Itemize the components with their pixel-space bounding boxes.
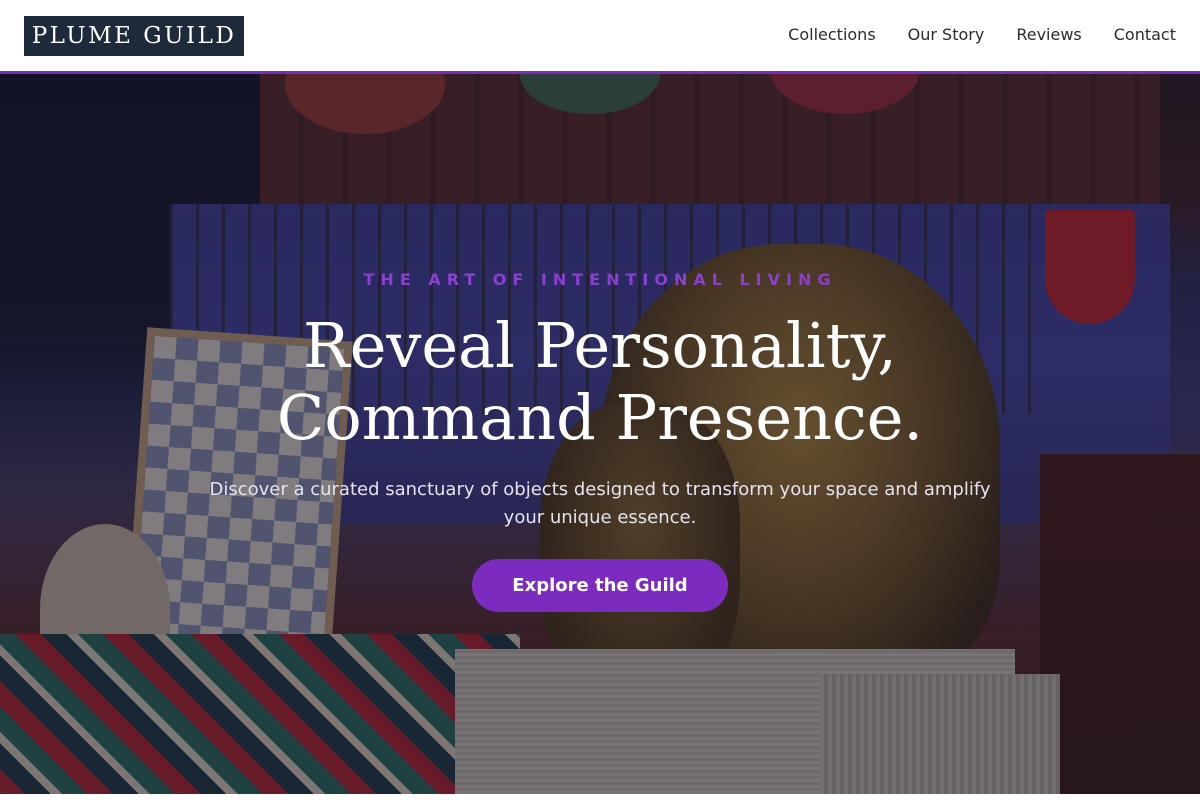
hero-subtitle: Discover a curated sanctuary of objects … bbox=[209, 479, 991, 528]
site-header: PLUME GUILD Collections Our Story Review… bbox=[0, 0, 1200, 74]
nav-item-our-story[interactable]: Our Story bbox=[908, 24, 985, 46]
nav-item-contact[interactable]: Contact bbox=[1114, 24, 1176, 46]
main-nav: Collections Our Story Reviews Contact bbox=[788, 24, 1176, 46]
page-bottom-edge bbox=[0, 794, 1200, 800]
hero-headline-line1: Reveal Personality, bbox=[303, 309, 897, 382]
logo[interactable]: PLUME GUILD bbox=[24, 16, 244, 56]
hero-headline: Reveal Personality, Command Presence. bbox=[0, 310, 1200, 454]
nav-item-reviews[interactable]: Reviews bbox=[1016, 24, 1081, 46]
explore-guild-button[interactable]: Explore the Guild bbox=[472, 559, 728, 612]
hero-eyebrow: THE ART OF INTENTIONAL LIVING bbox=[363, 270, 837, 289]
hero-headline-line2: Command Presence. bbox=[276, 381, 924, 454]
hero-section: THE ART OF INTENTIONAL LIVING Reveal Per… bbox=[0, 74, 1200, 794]
nav-item-collections[interactable]: Collections bbox=[788, 24, 875, 46]
